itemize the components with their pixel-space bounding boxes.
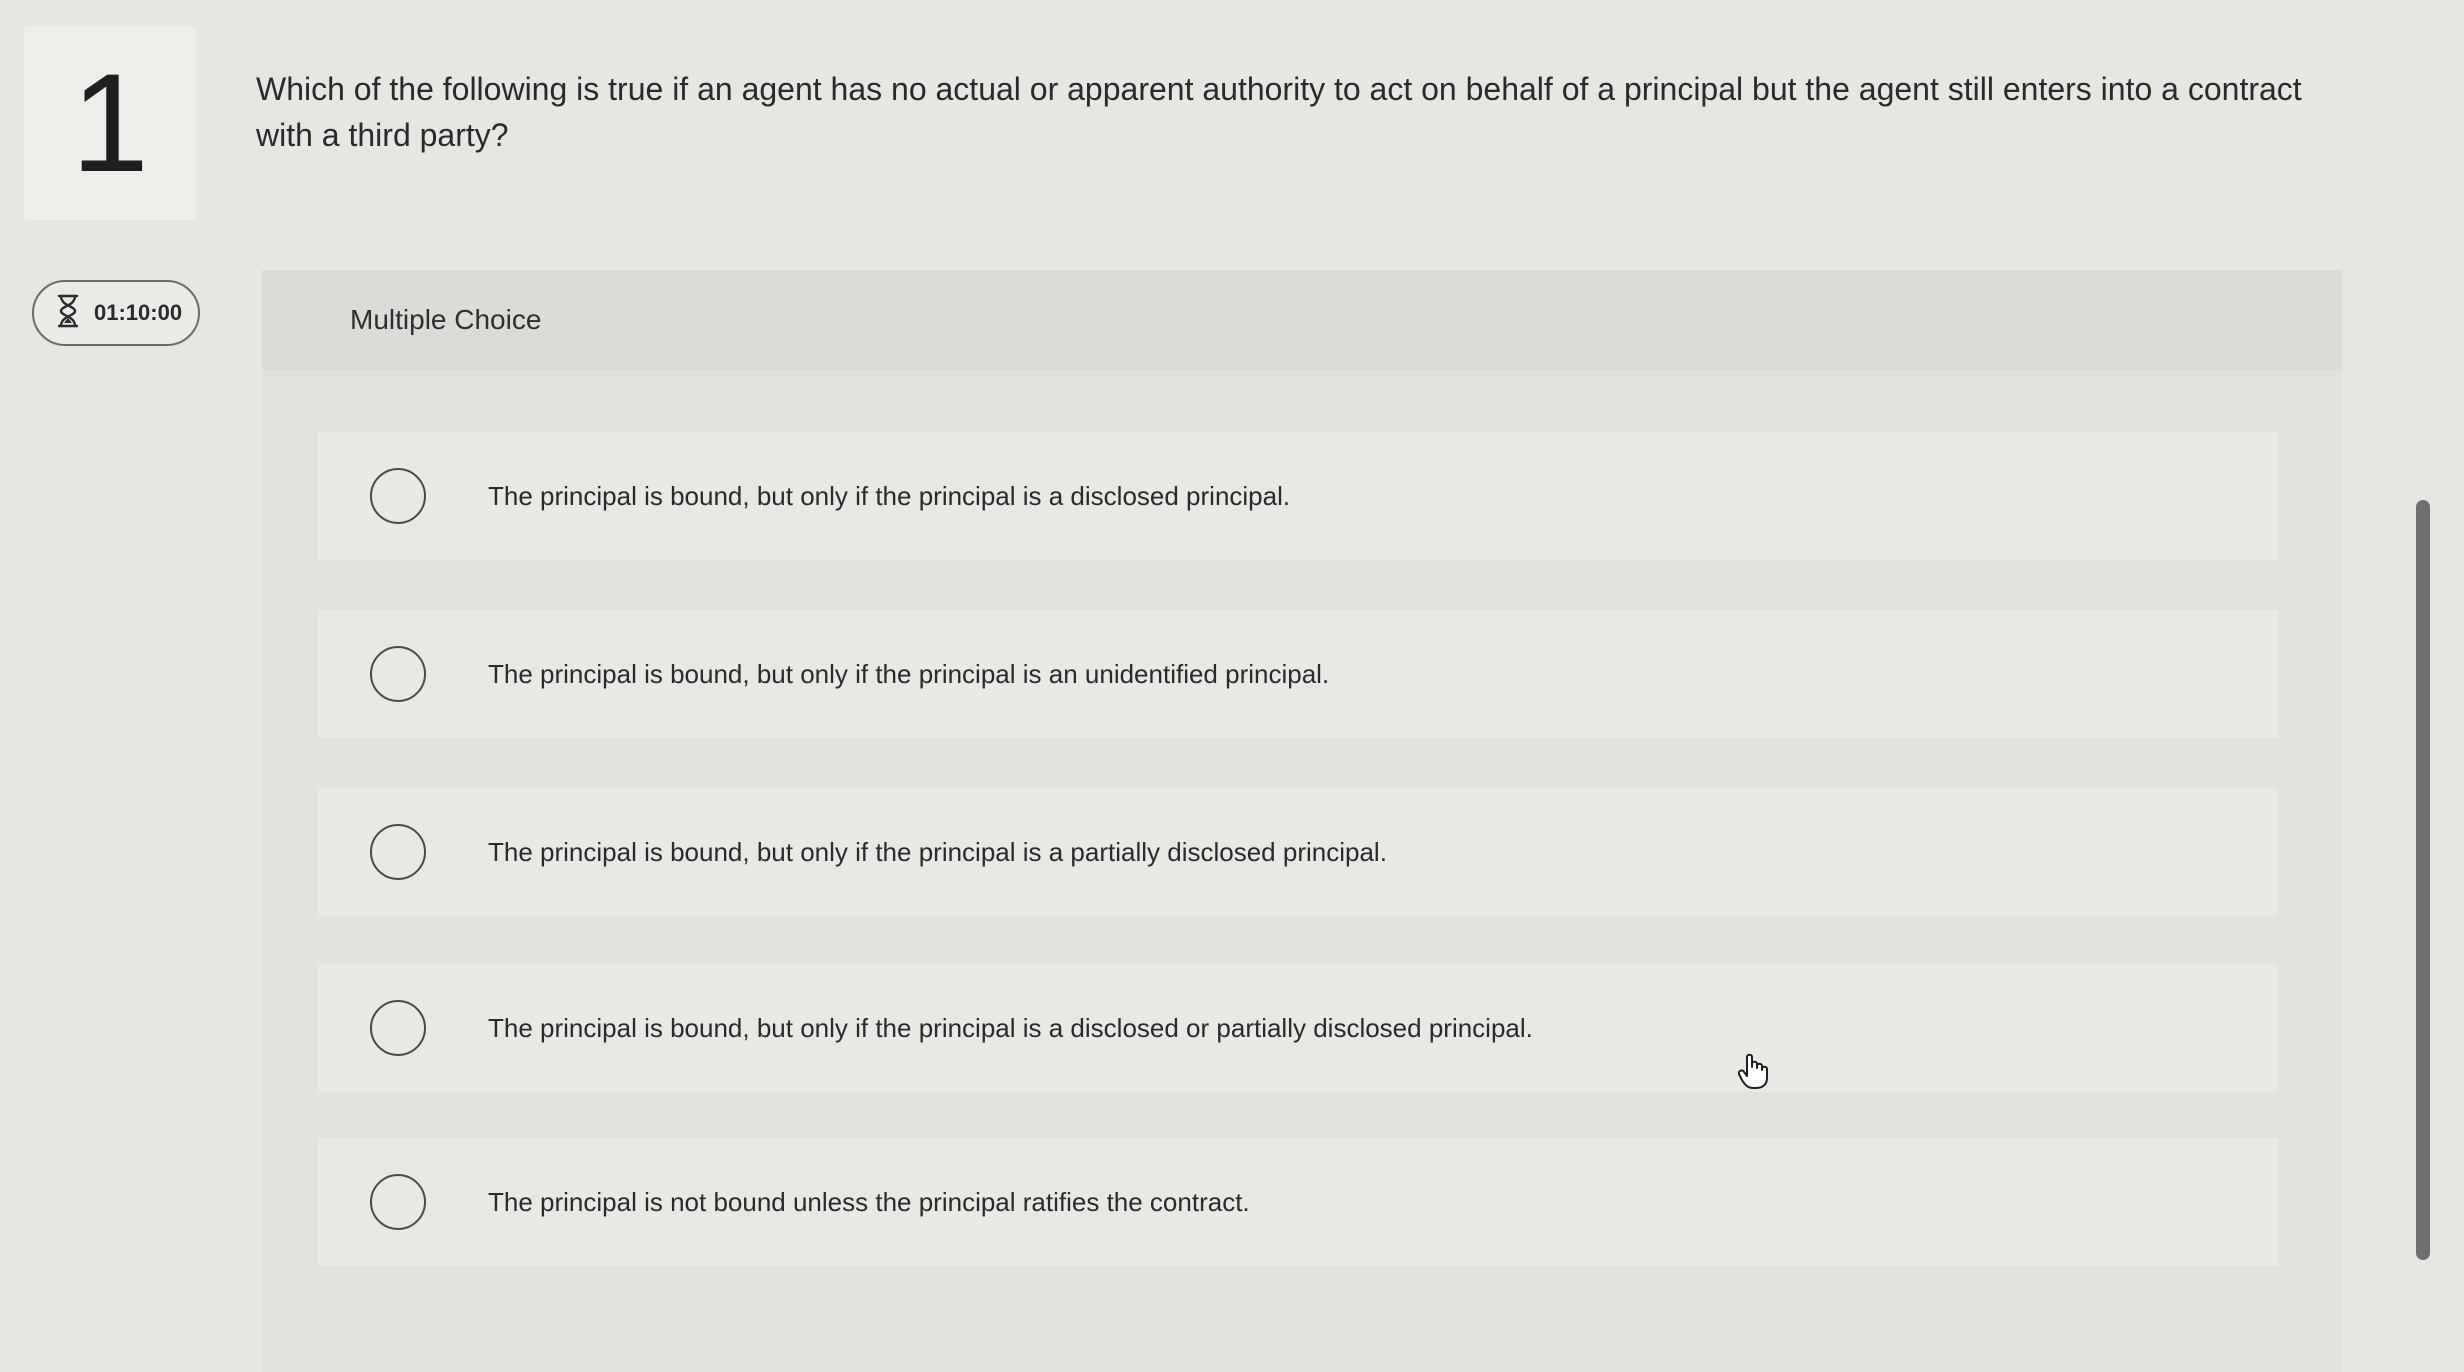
- answer-option-label: The principal is not bound unless the pr…: [488, 1186, 1250, 1217]
- radio-button[interactable]: [370, 646, 426, 702]
- answer-option[interactable]: The principal is bound, but only if the …: [318, 788, 2278, 916]
- answer-option-label: The principal is bound, but only if the …: [488, 1012, 1533, 1043]
- radio-button[interactable]: [370, 1174, 426, 1230]
- answer-option[interactable]: The principal is bound, but only if the …: [318, 610, 2278, 738]
- radio-button[interactable]: [370, 824, 426, 880]
- radio-button[interactable]: [370, 468, 426, 524]
- question-text: Which of the following is true if an age…: [256, 71, 2302, 153]
- question-number-box: 1: [24, 26, 196, 220]
- answer-option[interactable]: The principal is not bound unless the pr…: [318, 1138, 2278, 1266]
- timer[interactable]: 01:10:00: [32, 280, 200, 346]
- timer-value: 01:10:00: [94, 300, 183, 325]
- answer-option[interactable]: The principal is bound, but only if the …: [318, 432, 2278, 560]
- scrollbar[interactable]: [2416, 500, 2430, 1260]
- answer-option-label: The principal is bound, but only if the …: [488, 658, 1330, 689]
- hourglass-icon: [56, 294, 80, 333]
- answer-panel: Multiple Choice The principal is bound, …: [262, 270, 2342, 1372]
- question-type-label: Multiple Choice: [262, 270, 2342, 370]
- question-number: 1: [71, 44, 149, 201]
- hand-cursor-icon: [1736, 1052, 1770, 1090]
- answer-option[interactable]: The principal is bound, but only if the …: [318, 964, 2278, 1092]
- answer-option-label: The principal is bound, but only if the …: [488, 480, 1291, 511]
- radio-button[interactable]: [370, 1000, 426, 1056]
- answer-option-label: The principal is bound, but only if the …: [488, 836, 1387, 867]
